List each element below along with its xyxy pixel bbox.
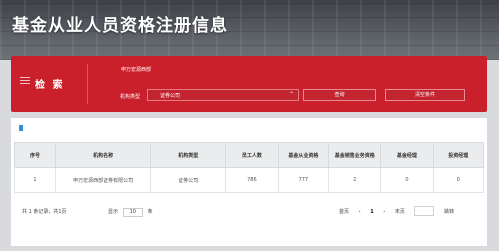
divider	[87, 64, 88, 104]
col-header: 序号	[14, 142, 56, 168]
col-header: 投资经理	[432, 142, 485, 168]
cell: 1	[14, 167, 56, 193]
cell: 786	[225, 167, 279, 193]
table-header-row: 序号 机构名称 机构类型 员工人数 基金从业资格 基金销售业务资格 基金经理 投…	[14, 142, 485, 168]
cell: 777	[277, 167, 330, 193]
current-page[interactable]: 1	[370, 209, 373, 215]
jump-button[interactable]: 跳转	[444, 209, 454, 215]
results-panel: 序号 机构名称 机构类型 员工人数 基金从业资格 基金销售业务资格 基金经理 投…	[11, 118, 487, 246]
page-size-label: 显示	[108, 209, 119, 215]
record-count: 共 1 条记录，共1页	[22, 209, 67, 215]
pagination: 首页 ‹ 1 › 末页 跳转	[339, 206, 462, 216]
institution-type-value: 证券公司	[160, 93, 181, 99]
col-header: 基金销售业务资格	[328, 142, 382, 168]
page-title: 基金从业人员资格注册信息	[12, 16, 228, 36]
header-banner: 基金从业人员资格注册信息	[0, 0, 499, 60]
prev-page-link[interactable]: ‹	[359, 209, 361, 215]
results-table: 序号 机构名称 机构类型 员工人数 基金从业资格 基金销售业务资格 基金经理 投…	[14, 142, 485, 193]
chevron-down-icon: ⌃	[288, 91, 294, 98]
institution-type-select[interactable]: 证券公司 ⌃	[147, 89, 299, 101]
table-row: 1 申万宏源西部证券有限公司 证券公司 786 777 2 0 0	[14, 167, 485, 193]
institution-name-link[interactable]: 申万宏源西部证券有限公司	[54, 167, 152, 193]
institution-type-label: 机构类型	[120, 94, 141, 100]
clear-conditions-button[interactable]: 清空条件	[385, 89, 465, 101]
next-page-link[interactable]: ›	[383, 209, 385, 215]
col-header: 机构名称	[54, 142, 152, 168]
col-header: 基金从业资格	[277, 142, 330, 168]
page-size-select[interactable]: 10	[122, 208, 143, 217]
section-marker	[19, 125, 23, 131]
col-header: 基金经理	[380, 142, 434, 168]
cell: 0	[432, 167, 485, 193]
cell: 2	[328, 167, 382, 193]
search-heading: 检 索	[35, 80, 65, 91]
search-panel: 检 索 申万宏源西部 机构类型 证券公司 ⌃ 查询 清空条件	[11, 56, 487, 112]
query-button[interactable]: 查询	[303, 89, 376, 101]
first-page-link[interactable]: 首页	[339, 209, 349, 215]
cell: 证券公司	[150, 167, 227, 193]
cell: 0	[380, 167, 434, 193]
page-size-unit: 条	[147, 209, 153, 215]
page-size-control: 显示 10 条	[108, 208, 153, 217]
list-icon	[20, 77, 30, 86]
page-jump-input[interactable]	[414, 206, 435, 216]
col-header: 员工人数	[225, 142, 279, 168]
institution-name-input[interactable]: 申万宏源西部	[121, 66, 151, 73]
last-page-link[interactable]: 末页	[395, 209, 405, 215]
col-header: 机构类型	[150, 142, 227, 168]
